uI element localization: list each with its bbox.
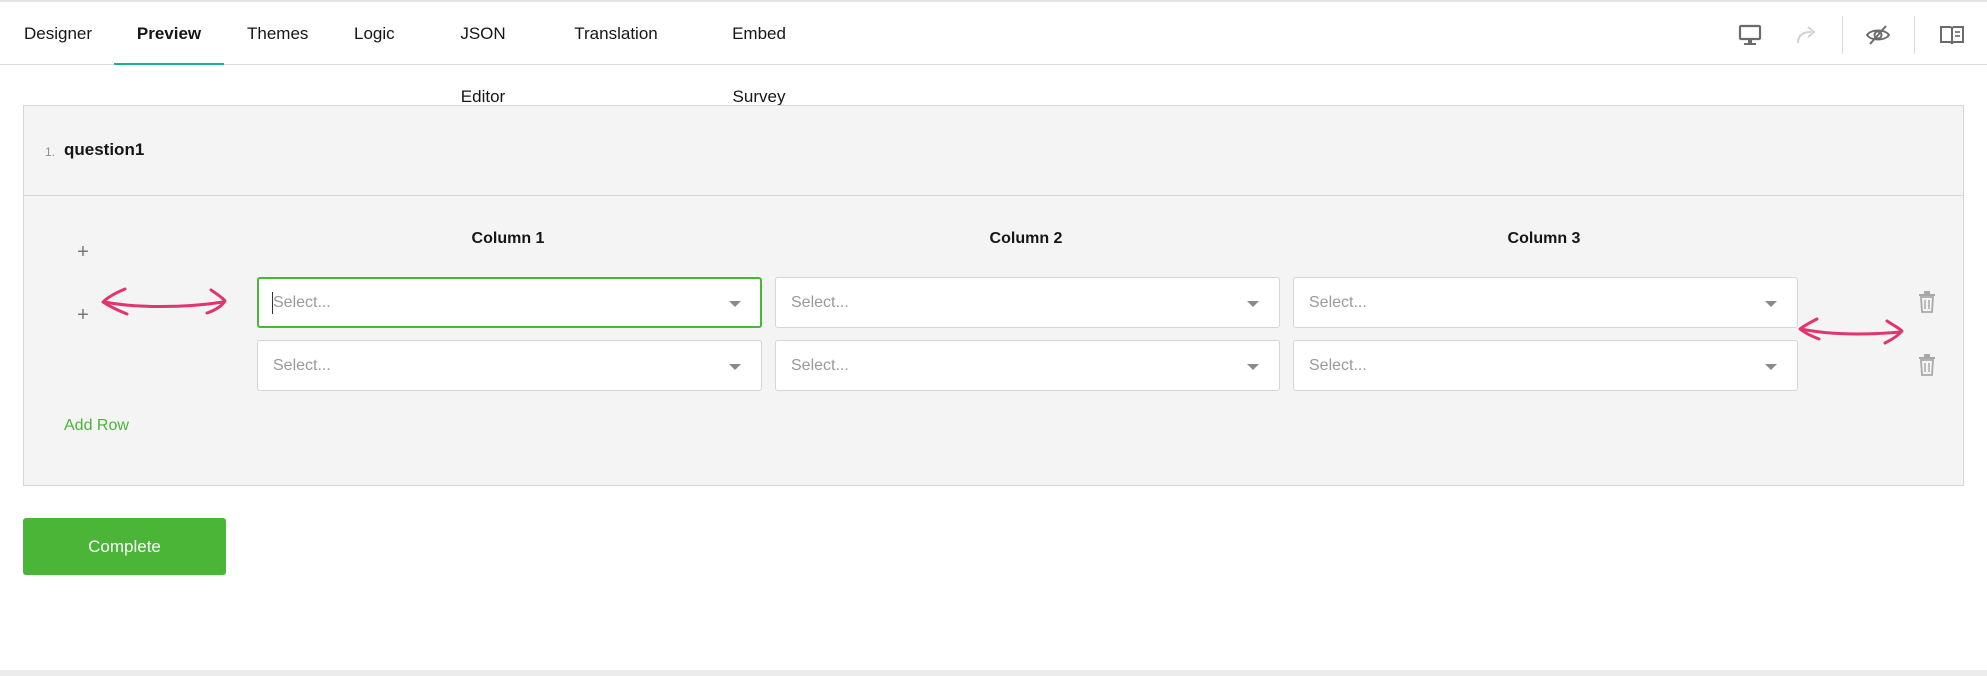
dropdown-row2-col2[interactable]: Select... [775, 340, 1280, 391]
tab-json-editor[interactable]: JSON Editor [440, 2, 526, 106]
redo-icon[interactable] [1794, 22, 1820, 48]
chevron-down-icon [1247, 301, 1259, 307]
eye-off-icon[interactable] [1865, 22, 1891, 48]
question-title: question1 [64, 140, 145, 159]
expand-row-button[interactable]: + [73, 304, 93, 327]
dropdown-placeholder: Select... [791, 357, 849, 374]
dropdown-placeholder: Select... [273, 357, 331, 374]
expand-row-button[interactable]: + [73, 241, 93, 264]
double-arrow-annotation [1798, 317, 1904, 345]
dropdown-row2-col3[interactable]: Select... [1293, 340, 1798, 391]
column-header-3: Column 3 [1507, 230, 1581, 247]
column-header-1: Column 1 [471, 230, 545, 247]
chevron-down-icon [729, 301, 741, 307]
column-header-2: Column 2 [989, 230, 1063, 247]
complete-button[interactable]: Complete [23, 518, 226, 575]
double-arrow-annotation [101, 287, 227, 316]
dropdown-placeholder: Select... [1309, 357, 1367, 374]
tab-translation[interactable]: Translation [574, 2, 658, 65]
tab-designer[interactable]: Designer [24, 2, 92, 65]
tab-preview[interactable]: Preview [114, 2, 224, 65]
dropdown-row2-col1[interactable]: Select... [257, 340, 762, 391]
trash-icon[interactable] [1916, 290, 1938, 314]
tab-bar: Designer Preview Themes Logic JSON Edito… [0, 2, 1987, 106]
dropdown-placeholder: Select... [273, 294, 331, 311]
active-tab-indicator [114, 63, 224, 65]
dropdown-placeholder: Select... [791, 294, 849, 311]
desktop-icon[interactable] [1737, 22, 1763, 48]
question-number: 1. [45, 145, 56, 159]
bottom-border [0, 670, 1987, 676]
chevron-down-icon [1765, 364, 1777, 370]
chevron-down-icon [1765, 301, 1777, 307]
dropdown-row1-col3[interactable]: Select... [1293, 277, 1798, 328]
tab-embed-survey[interactable]: Embed Survey [706, 2, 812, 106]
toolbar-separator [1842, 16, 1843, 54]
trash-icon[interactable] [1916, 353, 1938, 377]
dropdown-row1-col1[interactable]: Select... [257, 277, 762, 328]
dropdown-placeholder: Select... [1309, 294, 1367, 311]
tab-logic[interactable]: Logic [354, 2, 395, 65]
book-icon[interactable] [1939, 22, 1965, 48]
chevron-down-icon [1247, 364, 1259, 370]
toolbar-separator [1914, 16, 1915, 54]
add-row-button[interactable]: Add Row [64, 417, 129, 435]
question-header: 1. question1 [24, 106, 1963, 196]
question-panel: 1. question1 Column 1 Column 2 Column 3 … [23, 105, 1964, 486]
chevron-down-icon [729, 364, 741, 370]
tab-themes[interactable]: Themes [247, 2, 308, 65]
dropdown-row1-col2[interactable]: Select... [775, 277, 1280, 328]
